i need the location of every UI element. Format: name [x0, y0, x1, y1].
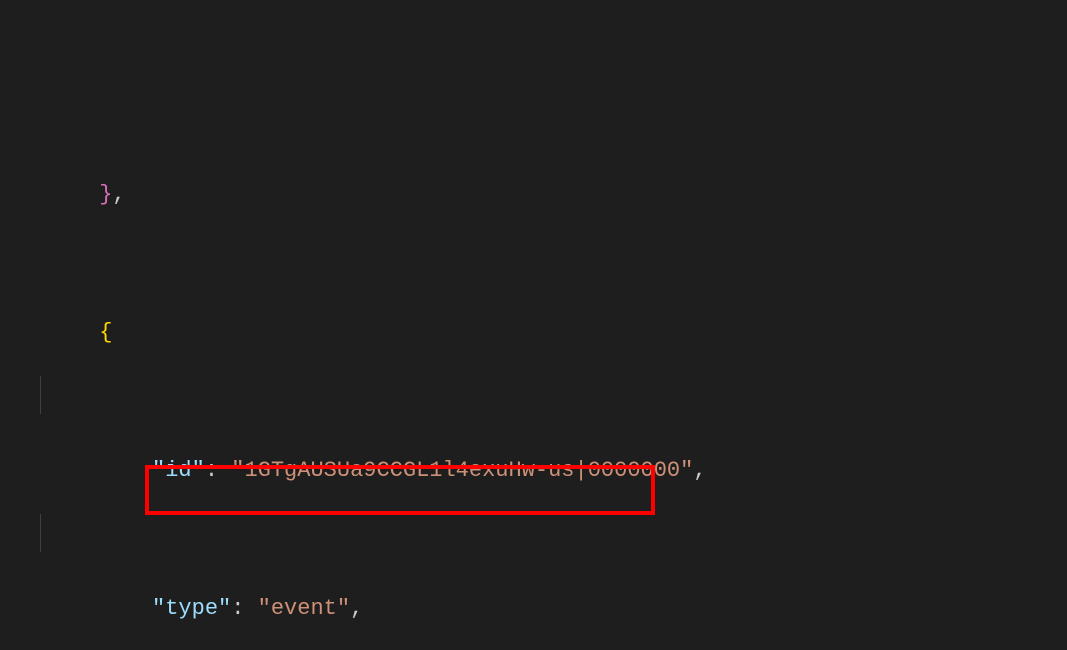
code-line[interactable]: }, — [0, 100, 1067, 138]
comma: , — [350, 596, 363, 621]
brace-close: } — [99, 182, 112, 207]
code-editor[interactable]: }, { "id": "1GTgAUSUa9CCGL1l4exuHw-us|00… — [0, 0, 1067, 650]
comma: , — [693, 458, 706, 483]
colon: : — [231, 596, 257, 621]
code-line[interactable]: "id": "1GTgAUSUa9CCGL1l4exuHw-us|0000000… — [0, 376, 1067, 414]
code-line[interactable]: { — [0, 238, 1067, 276]
highlight-annotation-box — [145, 465, 655, 515]
json-string: "event" — [258, 596, 350, 621]
brace-open: { — [99, 320, 112, 345]
json-key: "type" — [152, 596, 231, 621]
code-line[interactable]: "type": "event", — [0, 514, 1067, 552]
comma: , — [112, 182, 125, 207]
